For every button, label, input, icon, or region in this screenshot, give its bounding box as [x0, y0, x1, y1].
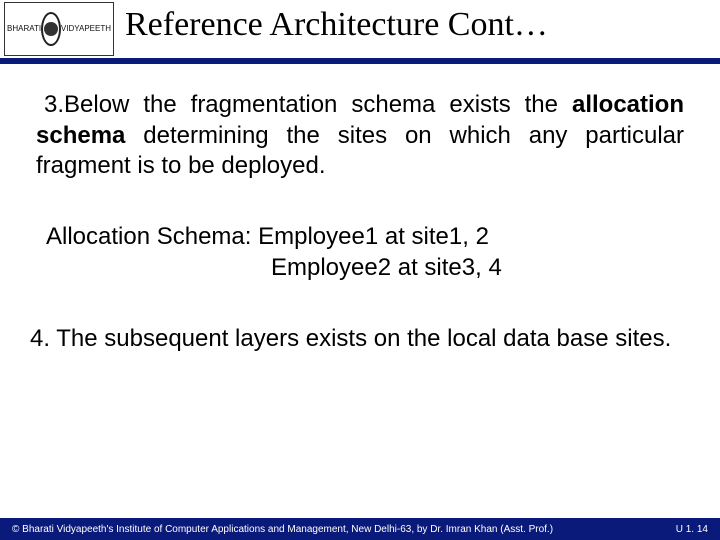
- slide-body: 3.Below the fragmentation schema exists …: [36, 90, 684, 354]
- seal-icon: [41, 12, 61, 46]
- logo-text-left: BHARATI: [7, 25, 41, 33]
- header-bar: BHARATI VIDYAPEETH Reference Architectur…: [0, 0, 720, 64]
- slide: BHARATI VIDYAPEETH Reference Architectur…: [0, 0, 720, 540]
- page-title: Reference Architecture Cont…: [125, 6, 548, 44]
- allocation-block: Allocation Schema: Employee1 at site1, 2…: [46, 222, 684, 283]
- allocation-line-2: Employee2 at site3, 4: [46, 253, 684, 284]
- footer-copyright: © Bharati Vidyapeeth's Institute of Comp…: [12, 524, 553, 535]
- p3-rest: determining the sites on which any parti…: [36, 122, 684, 180]
- title-underline: [0, 58, 720, 62]
- point-4: 4. The subsequent layers exists on the l…: [30, 324, 684, 355]
- logo-text-right: VIDYAPEETH: [61, 25, 111, 33]
- institution-logo: BHARATI VIDYAPEETH: [4, 2, 114, 56]
- p3-number: 3.: [44, 91, 64, 118]
- footer-bar: © Bharati Vidyapeeth's Institute of Comp…: [0, 518, 720, 540]
- point-3: 3.Below the fragmentation schema exists …: [36, 90, 684, 182]
- footer-page-ref: U 1. 14: [664, 524, 708, 535]
- p3-lead: Below the fragmentation schema exists th…: [64, 91, 572, 118]
- allocation-line-1: Allocation Schema: Employee1 at site1, 2: [46, 222, 684, 253]
